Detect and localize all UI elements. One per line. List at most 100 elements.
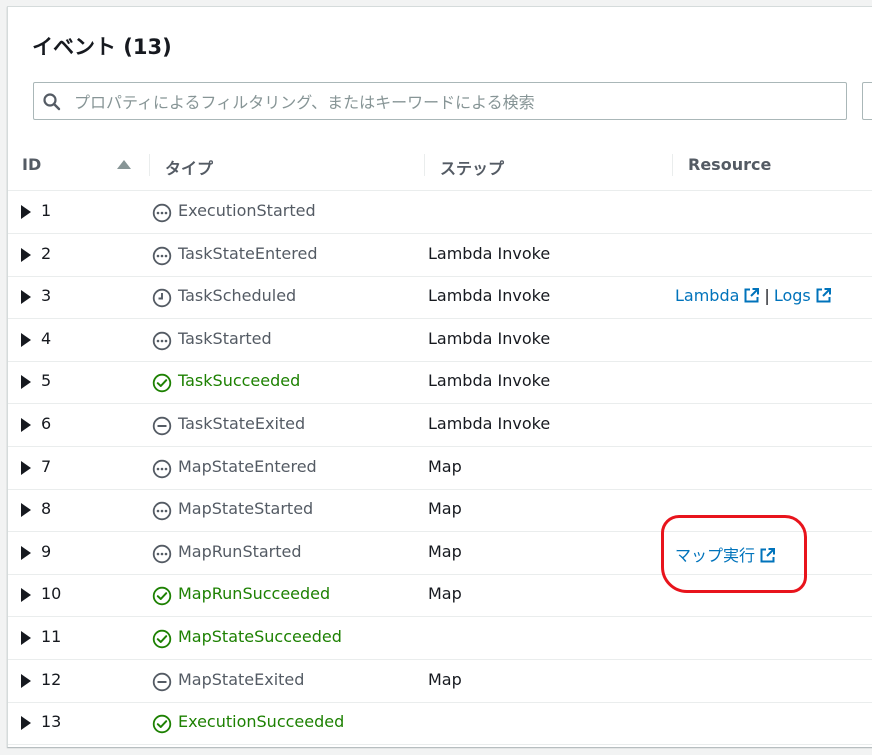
resource-link-lambda[interactable]: Lambda <box>675 286 760 305</box>
event-id: 11 <box>41 627 62 646</box>
table-row[interactable]: 2 TaskStateEntered Lambda Invoke <box>8 234 872 277</box>
resource-link-label: Lambda <box>675 286 740 306</box>
column-divider[interactable] <box>149 154 150 176</box>
table-row[interactable]: 9 MapRunStarted Map マップ実行 <box>8 532 872 575</box>
check-circle-icon <box>152 587 172 606</box>
caret-right-icon[interactable] <box>21 588 31 603</box>
event-id: 12 <box>41 669 62 689</box>
caret-right-icon[interactable] <box>21 631 31 645</box>
table-row[interactable]: 3 TaskScheduled Lambda Invoke Lambda | Logs <box>8 276 872 320</box>
minus-circle-icon <box>152 672 172 691</box>
check-circle-icon <box>152 714 172 734</box>
event-id: 7 <box>41 456 52 476</box>
events-panel: イベント (13) ID タイプ ステップ Resource 1 Executio… <box>7 6 872 747</box>
caret-right-icon[interactable] <box>21 673 31 688</box>
event-resource: Lambda | Logs <box>675 286 832 305</box>
search-icon <box>43 93 61 111</box>
external-link-icon <box>760 547 776 563</box>
event-type-label: ExecutionSucceeded <box>178 712 345 732</box>
panel-title: イベント (13) <box>32 35 172 59</box>
event-type-label: MapStateExited <box>178 669 305 689</box>
caret-right-icon[interactable] <box>21 332 31 347</box>
event-id: 13 <box>41 712 62 732</box>
event-id: 5 <box>41 371 52 391</box>
caret-right-icon[interactable] <box>21 716 31 731</box>
table-row[interactable]: 6 TaskStateExited Lambda Invoke <box>8 404 872 447</box>
external-link-icon <box>816 288 831 303</box>
event-step: Map <box>428 456 462 476</box>
event-step: Map <box>428 499 462 519</box>
event-id: 10 <box>41 584 62 604</box>
table-row[interactable]: 13 ExecutionSucceeded <box>8 702 872 746</box>
event-type-label: MapRunStarted <box>178 541 302 561</box>
search-input[interactable] <box>72 88 836 116</box>
caret-right-icon[interactable] <box>21 290 31 305</box>
check-circle-icon <box>152 374 172 393</box>
table-row[interactable]: 10 MapRunSucceeded Map <box>8 574 872 618</box>
event-step: Lambda Invoke <box>428 286 551 306</box>
event-type-label: ExecutionStarted <box>178 201 316 220</box>
event-type-label: TaskScheduled <box>178 286 297 306</box>
caret-right-icon[interactable] <box>21 375 31 390</box>
sort-ascending-icon[interactable] <box>117 160 131 169</box>
event-type-label: TaskStateExited <box>178 414 306 433</box>
event-type-label: MapStateEntered <box>178 456 317 476</box>
table-row[interactable]: 7 MapStateEntered Map <box>8 447 872 490</box>
table-row[interactable]: 1 ExecutionStarted <box>8 191 872 234</box>
event-id: 9 <box>41 541 52 561</box>
event-id: 3 <box>41 286 52 306</box>
ellipsis-circle-icon <box>152 203 172 223</box>
clock-icon <box>152 288 172 308</box>
event-id: 1 <box>41 201 52 220</box>
event-type-label: MapStateStarted <box>178 499 314 519</box>
table-header: ID タイプ ステップ Resource <box>8 142 872 191</box>
link-separator: | <box>764 286 770 306</box>
resource-link-logs[interactable]: Logs <box>774 286 832 305</box>
check-circle-icon <box>152 629 172 649</box>
event-type-label: TaskStarted <box>178 328 272 348</box>
external-link-icon <box>744 288 760 303</box>
ellipsis-circle-icon <box>152 459 172 478</box>
event-id: 6 <box>41 414 52 433</box>
table-row[interactable]: 8 MapStateStarted Map <box>8 489 872 533</box>
event-step: Map <box>428 584 462 604</box>
ellipsis-circle-icon <box>152 246 172 265</box>
column-header-type[interactable]: タイプ <box>165 155 213 179</box>
column-header-id[interactable]: ID <box>22 155 41 174</box>
event-id: 4 <box>41 328 52 348</box>
resource-link-label: Logs <box>773 286 811 306</box>
ellipsis-circle-icon <box>152 331 172 350</box>
event-step: Map <box>428 541 462 561</box>
table-row[interactable]: 5 TaskSucceeded Lambda Invoke <box>8 361 872 405</box>
column-header-step[interactable]: ステップ <box>440 155 504 179</box>
event-id: 2 <box>41 243 52 263</box>
search-box[interactable] <box>33 82 847 120</box>
event-type-label: TaskSucceeded <box>178 371 301 391</box>
event-id: 8 <box>41 499 52 519</box>
caret-right-icon[interactable] <box>21 205 31 219</box>
caret-right-icon[interactable] <box>21 503 31 518</box>
resource-link-map-run[interactable]: マップ実行 <box>675 546 776 565</box>
event-step: Lambda Invoke <box>428 414 551 433</box>
ellipsis-circle-icon <box>152 501 172 521</box>
caret-right-icon[interactable] <box>21 545 31 560</box>
table-row[interactable]: 12 MapStateExited Map <box>8 660 872 703</box>
event-step: Lambda Invoke <box>428 328 551 348</box>
column-divider[interactable] <box>672 154 673 176</box>
event-type-label: TaskStateEntered <box>178 243 318 263</box>
event-type-label: MapStateSucceeded <box>178 627 342 646</box>
event-resource: マップ実行 <box>675 542 776 566</box>
event-step: Lambda Invoke <box>428 243 551 263</box>
column-header-resource[interactable]: Resource <box>688 155 771 174</box>
table-row[interactable]: 11 MapStateSucceeded <box>8 617 872 660</box>
caret-right-icon[interactable] <box>21 418 31 432</box>
resource-link-label: マップ実行 <box>675 545 756 565</box>
table-row[interactable]: 4 TaskStarted Lambda Invoke <box>8 319 872 362</box>
caret-right-icon[interactable] <box>21 247 31 262</box>
event-type-label: MapRunSucceeded <box>178 584 331 604</box>
caret-right-icon[interactable] <box>21 460 31 475</box>
event-step: Lambda Invoke <box>428 371 551 391</box>
minus-circle-icon <box>152 416 172 436</box>
column-divider[interactable] <box>424 154 425 176</box>
filter-option-box[interactable] <box>862 82 872 120</box>
